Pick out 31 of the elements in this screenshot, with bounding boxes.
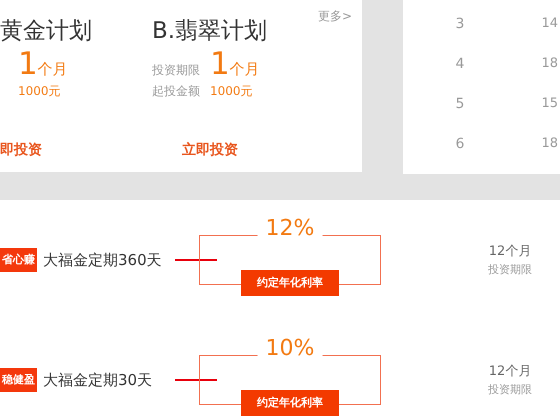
term-value: 1个月 xyxy=(210,46,260,82)
term-label: 投资期限 xyxy=(152,62,200,79)
table-cell-text: 15 xyxy=(541,95,558,114)
term-value: 12个月 xyxy=(488,363,532,381)
product-tag: 稳健盈 xyxy=(0,368,37,392)
product-tag: 省心赚 xyxy=(0,248,37,272)
more-link[interactable]: 更多> xyxy=(318,7,352,25)
amount-value: 1000元 xyxy=(210,83,253,100)
table-cell-text: 4 xyxy=(454,54,466,74)
term-label: 投资期限 xyxy=(487,382,533,398)
table-cell-text: 3 xyxy=(454,14,466,34)
table-cell-text: 6 xyxy=(454,134,466,154)
plan-title: B.翡翠计划 xyxy=(152,17,268,46)
product-name: 大福金定期30天 xyxy=(43,370,154,391)
amount-label: 起投金额 xyxy=(152,83,200,100)
product-name: 大福金定期360天 xyxy=(43,250,163,271)
table-cell-text: 5 xyxy=(454,94,466,114)
plan-title: 黄金计划 xyxy=(0,17,93,46)
term-value: 1个月 xyxy=(18,46,68,82)
leader-line xyxy=(175,259,217,261)
term-label: 投资期限 xyxy=(487,262,533,278)
leader-line xyxy=(175,379,217,381)
rate-label: 约定年化利率 xyxy=(241,390,339,416)
amount-value: 1000元 xyxy=(18,83,61,100)
invest-link[interactable]: 即投资 xyxy=(0,140,152,161)
rate-label: 约定年化利率 xyxy=(241,270,339,296)
table-cell-text: 18 xyxy=(541,55,558,74)
table-cell-text: 14 xyxy=(541,15,558,34)
table-cell-text: 18 xyxy=(541,135,558,154)
term-value: 12个月 xyxy=(488,243,532,261)
invest-link[interactable]: 立即投资 xyxy=(182,140,268,161)
